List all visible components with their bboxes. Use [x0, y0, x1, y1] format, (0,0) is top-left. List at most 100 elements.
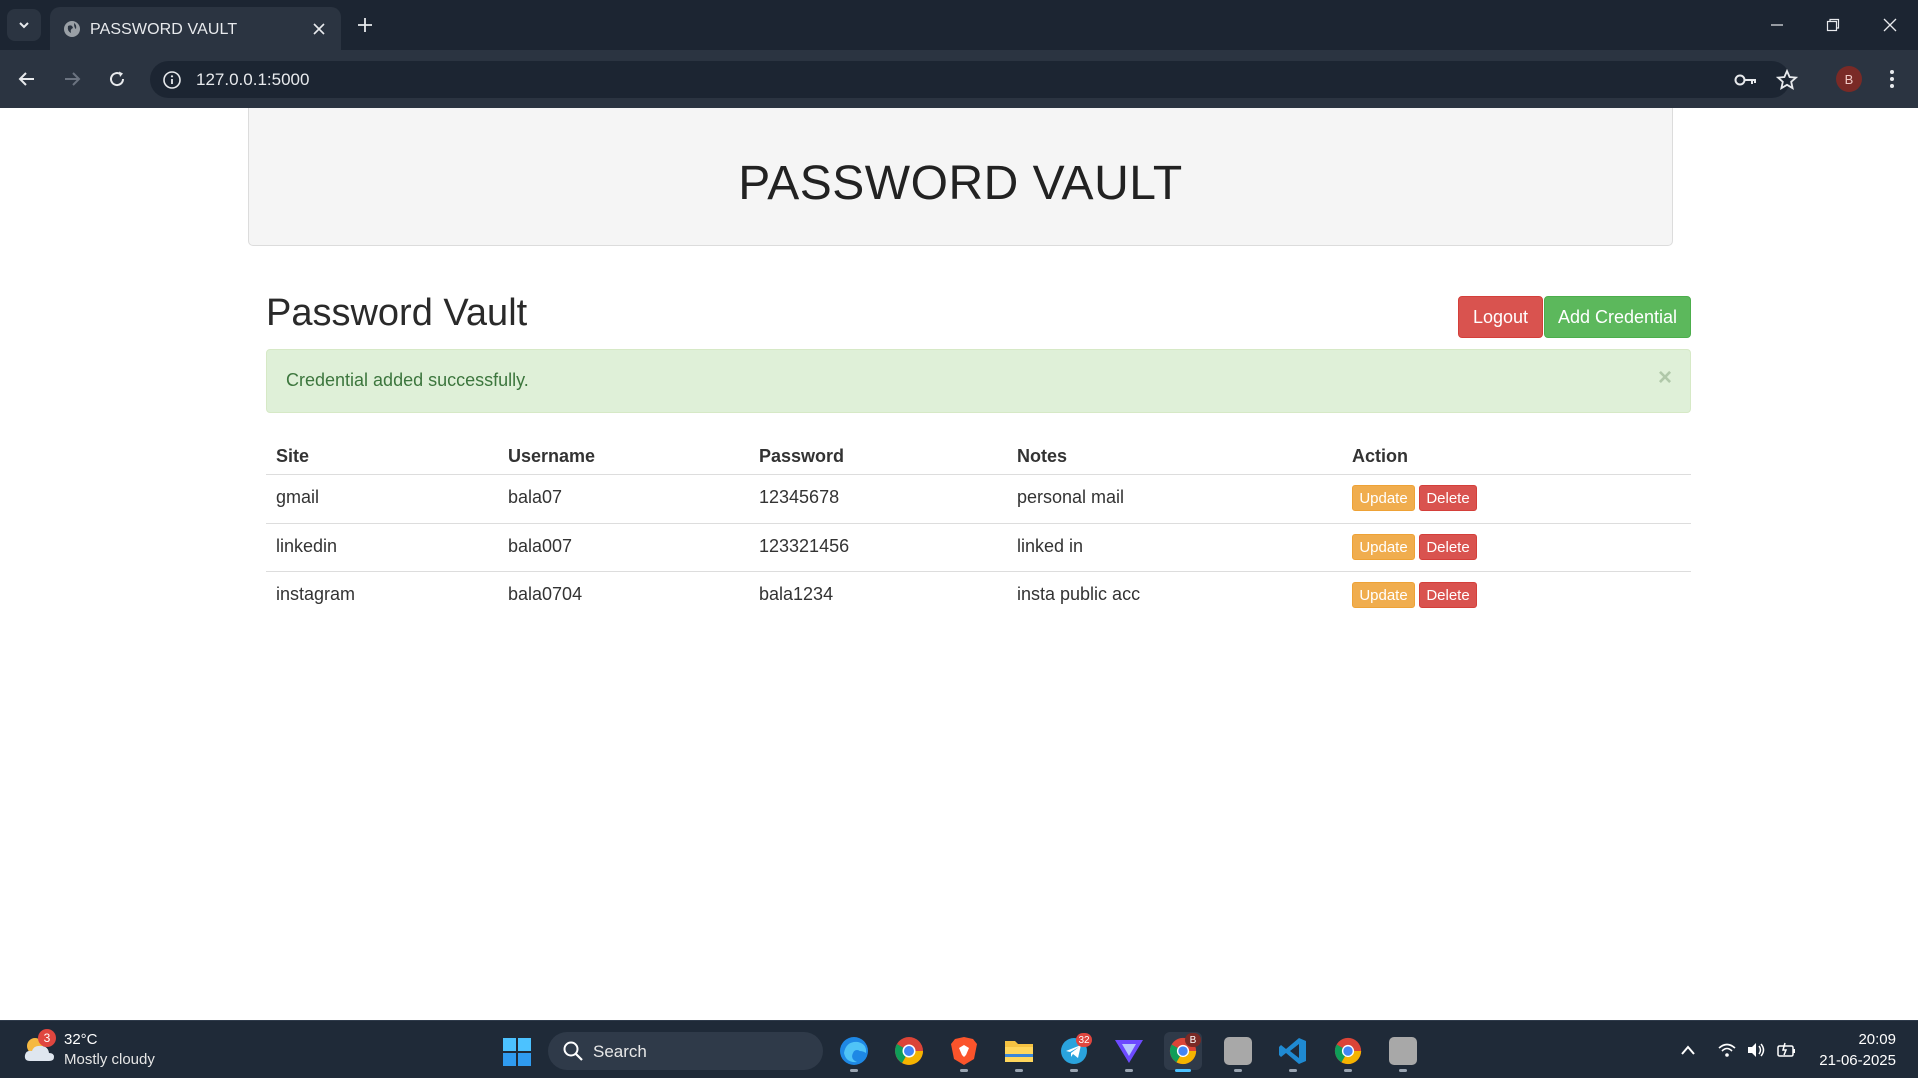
header-action: Action	[1352, 446, 1408, 466]
jumbotron-title: PASSWORD VAULT	[738, 157, 1183, 210]
running-indicator	[960, 1069, 968, 1072]
delete-button[interactable]: Delete	[1419, 485, 1477, 511]
brave-icon	[951, 1037, 977, 1065]
table-row: linkedin bala007 123321456 linked in Upd…	[266, 523, 1691, 571]
add-credential-button[interactable]: Add Credential	[1544, 296, 1691, 338]
wifi-icon[interactable]	[1716, 1039, 1738, 1061]
alert-close-button[interactable]: ×	[1658, 364, 1672, 392]
close-icon	[1883, 18, 1897, 32]
chevron-down-icon	[19, 22, 29, 29]
bookmark-star-icon[interactable]	[1775, 69, 1799, 91]
active-indicator	[1175, 1069, 1191, 1072]
update-button[interactable]: Update	[1352, 582, 1415, 608]
app-placeholder-icon	[1389, 1037, 1417, 1065]
chevron-up-icon	[1681, 1045, 1695, 1055]
cell-password: 12345678	[759, 487, 840, 507]
restore-icon	[1826, 18, 1840, 32]
arrow-left-icon	[18, 72, 34, 86]
forward-button[interactable]	[57, 64, 87, 94]
notification-badge: 32	[1076, 1033, 1092, 1047]
running-indicator	[1015, 1069, 1023, 1072]
credentials-table: Site Username Password Notes Action gmai…	[266, 433, 1691, 619]
weather-alert-badge: 3	[38, 1029, 56, 1047]
browser-toolbar: 127.0.0.1:5000 B	[0, 50, 1918, 108]
header-username: Username	[508, 446, 596, 466]
cell-password: 123321456	[759, 536, 850, 556]
show-hidden-icons-button[interactable]	[1677, 1039, 1699, 1061]
more-vertical-icon	[1890, 70, 1894, 88]
plus-icon	[358, 18, 372, 32]
taskbar-app-generic-2[interactable]	[1384, 1032, 1422, 1072]
back-button[interactable]	[12, 64, 42, 94]
profile-avatar[interactable]: B	[1836, 66, 1862, 92]
alert-message: Credential added successfully.	[286, 370, 529, 390]
table-row: gmail bala07 12345678 personal mail Upda…	[266, 475, 1691, 523]
new-tab-button[interactable]	[353, 13, 377, 37]
url-text: 127.0.0.1:5000	[196, 70, 310, 89]
clock-date[interactable]: 21-06-2025	[1819, 1052, 1896, 1069]
weather-description: Mostly cloudy	[64, 1051, 155, 1068]
restore-button[interactable]	[1820, 12, 1846, 38]
taskbar-file-explorer[interactable]	[1000, 1032, 1038, 1072]
vscode-icon	[1279, 1038, 1306, 1064]
volume-icon[interactable]	[1745, 1039, 1767, 1061]
battery-icon[interactable]	[1776, 1039, 1798, 1061]
taskbar-app-generic[interactable]	[1219, 1032, 1257, 1072]
table-row: instagram bala0704 bala1234 insta public…	[266, 571, 1691, 619]
app-placeholder-icon	[1224, 1037, 1252, 1065]
taskbar-search[interactable]: Search	[548, 1032, 823, 1070]
cell-username: bala07	[508, 487, 563, 507]
minimize-icon	[1771, 24, 1783, 26]
web-page: PASSWORD VAULT Password Vault Logout Add…	[0, 108, 1918, 1020]
tab-search-button[interactable]	[7, 9, 41, 41]
taskbar-chrome-2[interactable]	[1329, 1032, 1367, 1072]
taskbar-proton-vpn[interactable]	[1110, 1032, 1148, 1072]
taskbar-chrome[interactable]	[890, 1032, 928, 1070]
browser-tab-bar: PASSWORD VAULT	[0, 0, 1918, 50]
page-title: Password Vault	[266, 292, 528, 334]
profile-initial: B	[1844, 71, 1854, 87]
search-icon	[563, 1041, 583, 1061]
cell-password: bala1234	[759, 584, 834, 604]
table-header-row: Site Username Password Notes Action	[266, 433, 1691, 475]
jumbotron: PASSWORD VAULT	[248, 108, 1673, 246]
windows-start-icon[interactable]	[502, 1037, 532, 1067]
taskbar-edge[interactable]	[835, 1032, 873, 1072]
address-bar[interactable]: 127.0.0.1:5000	[150, 61, 1798, 98]
reload-icon	[110, 71, 125, 87]
cell-site: instagram	[276, 584, 356, 604]
taskbar-telegram[interactable]: 32	[1055, 1032, 1093, 1072]
cell-username: bala007	[508, 536, 573, 556]
running-indicator	[1289, 1069, 1297, 1072]
logout-button[interactable]: Logout	[1458, 296, 1543, 338]
globe-icon	[64, 21, 80, 37]
taskbar-vscode[interactable]	[1274, 1032, 1312, 1072]
delete-button[interactable]: Delete	[1419, 534, 1477, 560]
windows-taskbar: 3 32°C Mostly cloudy Search 32 B 20:09 2…	[0, 1020, 1918, 1078]
clock-time[interactable]: 20:09	[1858, 1031, 1896, 1048]
edge-icon	[840, 1037, 868, 1065]
close-tab-icon[interactable]	[309, 19, 329, 39]
tab-title: PASSWORD VAULT	[90, 21, 238, 38]
password-key-icon[interactable]	[1734, 69, 1758, 91]
delete-button[interactable]: Delete	[1419, 582, 1477, 608]
update-button[interactable]: Update	[1352, 485, 1415, 511]
cell-site: gmail	[276, 487, 320, 507]
folder-icon	[1005, 1041, 1033, 1062]
reload-button[interactable]	[102, 64, 132, 94]
site-info-icon[interactable]	[162, 70, 182, 90]
header-site: Site	[276, 446, 310, 466]
close-window-button[interactable]	[1877, 12, 1903, 38]
search-label: Search	[593, 1042, 647, 1061]
running-indicator	[1125, 1069, 1133, 1072]
taskbar-chrome-profile[interactable]: B	[1164, 1032, 1202, 1072]
vpn-triangle-icon	[1115, 1040, 1143, 1063]
profile-badge: B	[1185, 1033, 1201, 1047]
cell-notes: personal mail	[1017, 487, 1125, 507]
taskbar-brave[interactable]	[945, 1032, 983, 1072]
update-button[interactable]: Update	[1352, 534, 1415, 560]
browser-menu-button[interactable]	[1882, 66, 1902, 92]
browser-tab[interactable]: PASSWORD VAULT	[50, 7, 341, 50]
minimize-button[interactable]	[1764, 12, 1790, 38]
running-indicator	[1344, 1069, 1352, 1072]
